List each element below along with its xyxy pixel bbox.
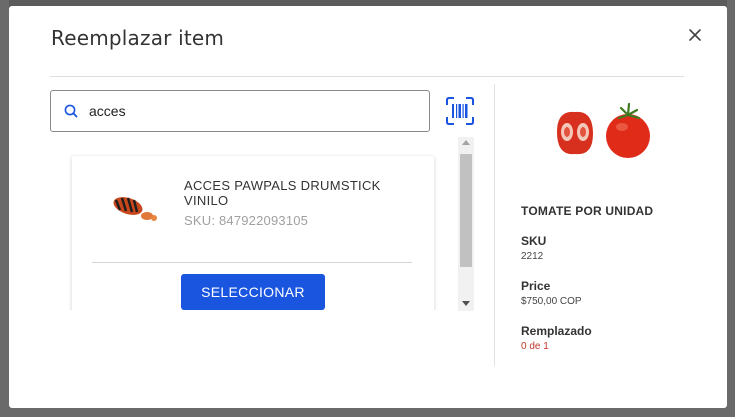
backdrop xyxy=(0,408,735,417)
scroll-up-arrow-icon[interactable] xyxy=(462,140,470,145)
product-thumbnail xyxy=(113,197,157,221)
scroll-thumb[interactable] xyxy=(460,154,472,267)
close-icon xyxy=(689,29,701,41)
search-field[interactable] xyxy=(50,90,430,132)
barcode-scan-button[interactable] xyxy=(445,96,475,126)
panel-divider xyxy=(494,84,495,366)
result-name: ACCES PAWPALS DRUMSTICK VINILO xyxy=(184,178,381,208)
results-scrollbar[interactable] xyxy=(458,137,474,311)
scroll-down-arrow-icon[interactable] xyxy=(462,301,470,306)
backdrop xyxy=(727,0,735,417)
results-list: ACCES PAWPALS DRUMSTICK VINILO SKU: 8479… xyxy=(50,134,475,310)
result-sku: SKU: 847922093105 xyxy=(184,213,309,228)
header-divider xyxy=(50,76,684,77)
backdrop xyxy=(0,0,9,417)
replace-item-modal: Reemplazar item acces ACCES PAWPALS DRUM… xyxy=(9,6,727,408)
current-item-name: TOMATE POR UNIDAD xyxy=(521,204,654,218)
search-input[interactable] xyxy=(89,99,409,123)
sku-label: SKU xyxy=(521,234,547,248)
card-divider xyxy=(92,262,412,263)
select-button[interactable]: SELECCIONAR xyxy=(181,274,325,310)
replaced-value: 0 de 1 xyxy=(521,341,549,352)
replaced-label: Remplazado xyxy=(521,324,592,338)
result-card: ACCES PAWPALS DRUMSTICK VINILO SKU: 8479… xyxy=(72,156,434,310)
modal-title: Reemplazar item xyxy=(51,26,225,50)
close-button[interactable] xyxy=(685,25,705,45)
sku-value: 2212 xyxy=(521,251,544,262)
price-value: $750,00 COP xyxy=(521,296,582,307)
tomato-image xyxy=(557,102,650,158)
barcode-scan-icon xyxy=(446,97,474,125)
search-icon xyxy=(64,104,78,118)
price-label: Price xyxy=(521,279,551,293)
